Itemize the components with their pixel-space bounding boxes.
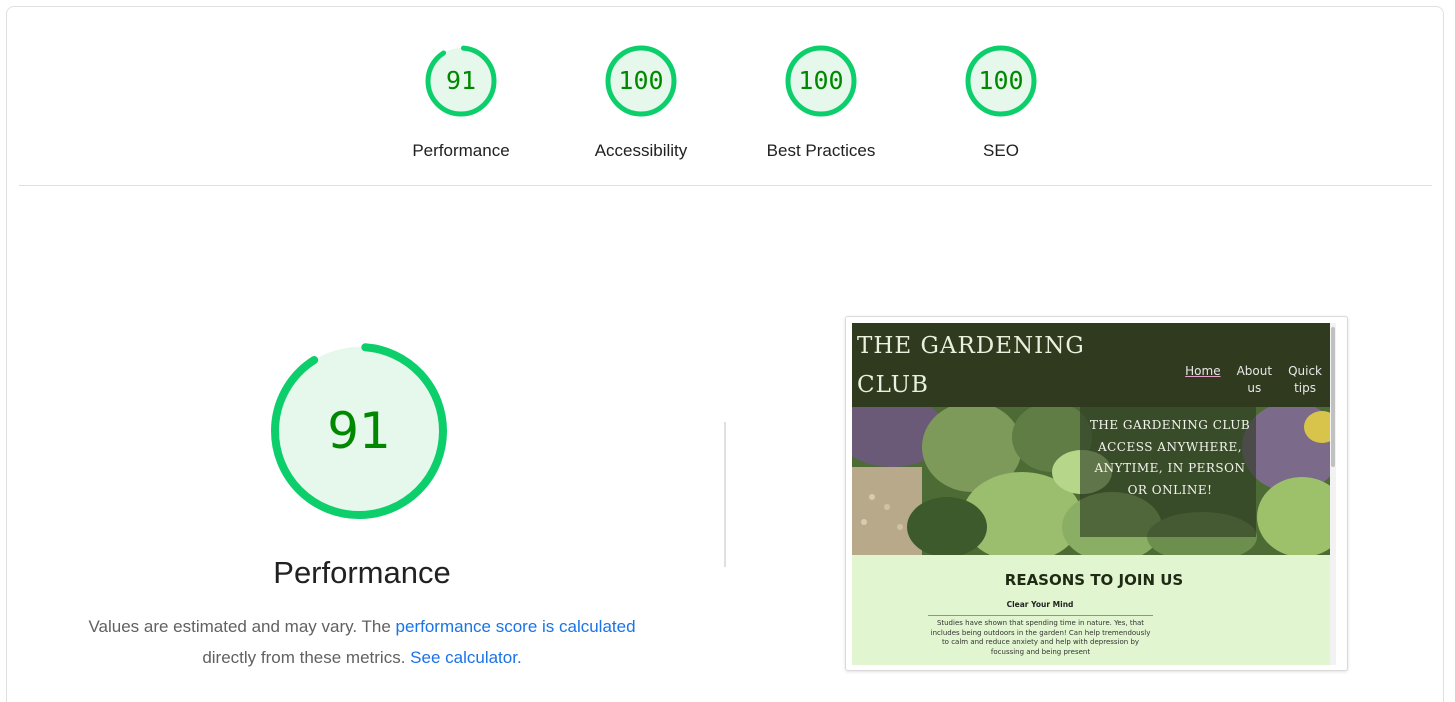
performance-title: Performance (273, 555, 451, 590)
gauge-score: 100 (978, 66, 1024, 95)
site-logo-line: THE GARDENING (857, 333, 1085, 359)
gauge-score: 100 (798, 66, 844, 95)
gauge-ring: 91 (423, 43, 499, 119)
performance-description: Values are estimated and may vary. The p… (47, 611, 677, 673)
section-divider (19, 185, 1432, 186)
gauge-label: SEO (983, 141, 1019, 160)
site-nav-quick-tips: Quick tips (1288, 363, 1322, 397)
gauge-score: 91 (445, 66, 477, 95)
gauge-best-practices[interactable]: 100 Best Practices (746, 43, 896, 161)
screenshot-page: THE GARDENING CLUB Home About us Quick tip… (852, 323, 1336, 665)
see-calculator-link[interactable]: See calculator. (410, 648, 522, 667)
gauge-ring: 100 (603, 43, 679, 119)
description-text: directly from these metrics. (202, 648, 411, 667)
hero-image: THE GARDENING CLUB ACCESS ANYWHERE, ANYT… (852, 407, 1336, 555)
gauge-seo[interactable]: 100 SEO (926, 43, 1076, 161)
gauge-performance[interactable]: 91 Performance (386, 43, 536, 161)
site-nav-label: Quick (1288, 364, 1322, 378)
hero-text: THE GARDENING CLUB ACCESS ANYWHERE, ANYT… (1089, 418, 1251, 497)
score-calculated-link[interactable]: performance score is calculated (396, 617, 636, 636)
site-nav-label: tips (1294, 381, 1316, 395)
screenshot-scrollbar (1330, 323, 1336, 665)
vertical-separator (724, 422, 726, 567)
clear-mind-text: Studies have shown that spending time in… (930, 619, 1151, 656)
gauge-accessibility[interactable]: 100 Accessibility (566, 43, 716, 161)
gauge-label: Accessibility (594, 141, 688, 160)
gauge-label: Performance (412, 141, 510, 160)
site-nav-label: us (1247, 381, 1262, 395)
gauge-label: Best Practices (766, 141, 876, 160)
gauge-ring: 100 (783, 43, 859, 119)
scrollbar-thumb (1331, 327, 1335, 467)
description-text: Values are estimated and may vary. The (88, 617, 396, 636)
reasons-heading: REASONS TO JOIN US (1004, 571, 1184, 589)
clear-mind-heading: Clear Your Mind (1006, 600, 1074, 609)
performance-score: 91 (327, 402, 391, 460)
gauge-score: 100 (618, 66, 664, 95)
content-rule (928, 615, 1153, 616)
site-nav: Home About us Quick tips (1185, 363, 1322, 397)
score-gauges: 91 Performance 100 Accessibility 100 Bes… (7, 43, 1443, 173)
site-header: THE GARDENING CLUB Home About us Quick tip… (852, 323, 1336, 407)
site-nav-label: About (1236, 364, 1273, 378)
site-logo-line: CLUB (857, 372, 929, 398)
final-screenshot[interactable]: THE GARDENING CLUB Home About us Quick tip… (845, 316, 1348, 671)
gauge-ring: 100 (963, 43, 1039, 119)
site-nav-label: Home (1185, 364, 1221, 378)
site-nav-home: Home (1185, 363, 1220, 397)
lighthouse-report-card: 91 Performance 100 Accessibility 100 Bes… (6, 6, 1444, 702)
site-logo: THE GARDENING CLUB (857, 327, 1107, 405)
performance-gauge-large: 91 (264, 336, 454, 526)
site-nav-about: About us (1237, 363, 1272, 397)
